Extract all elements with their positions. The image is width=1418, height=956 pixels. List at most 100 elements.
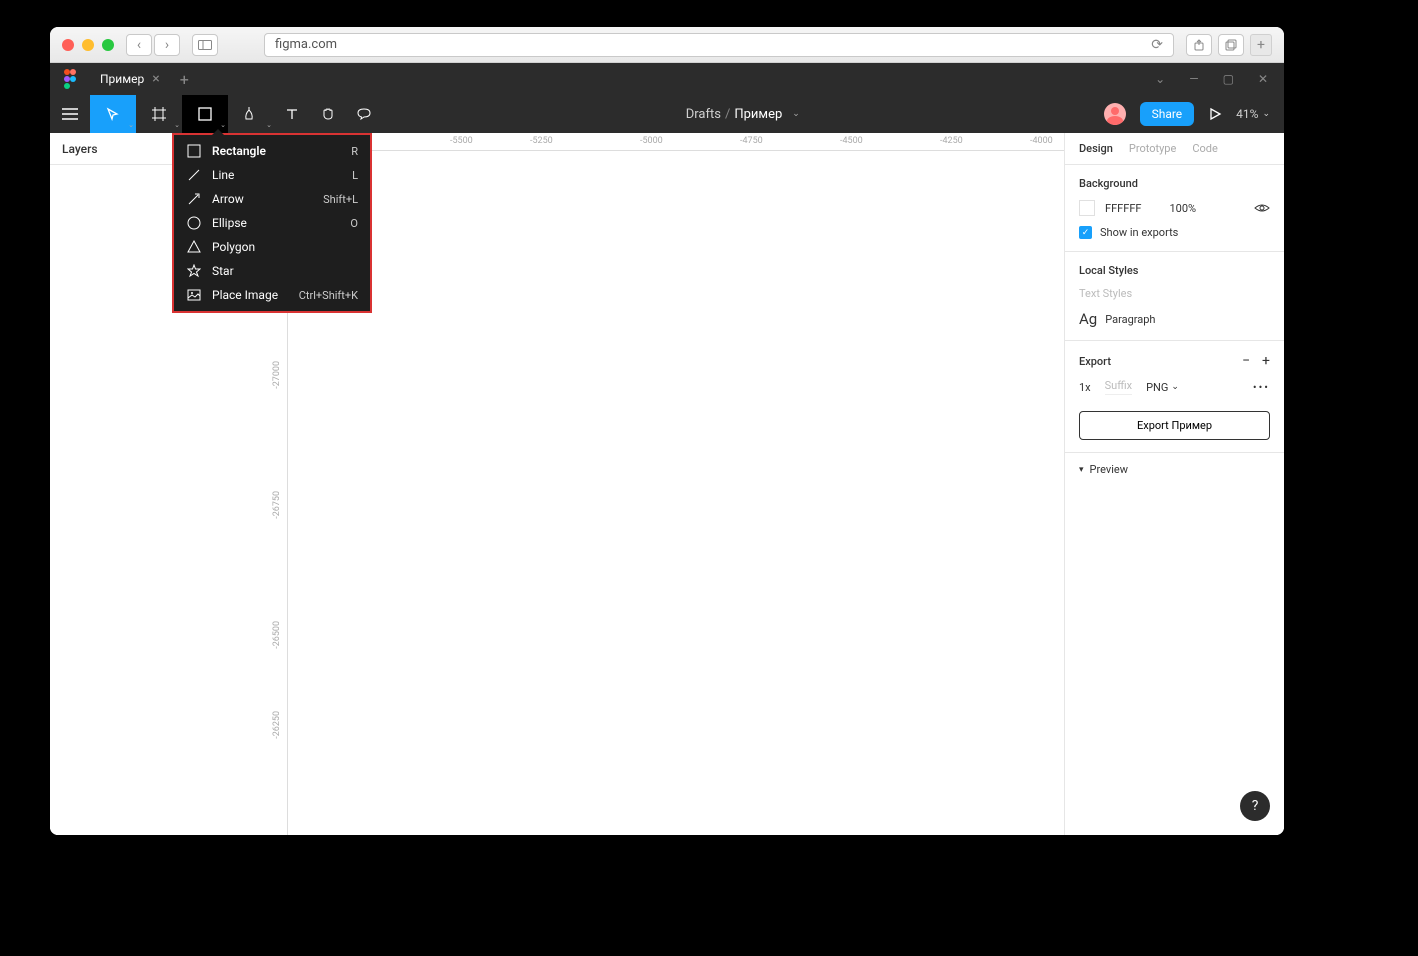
url-bar[interactable]: figma.com ⟳ bbox=[264, 33, 1174, 57]
color-hex-value[interactable]: FFFFFF bbox=[1105, 202, 1141, 215]
chevron-down-icon: ⌄ bbox=[1262, 109, 1270, 119]
export-section: Export − + 1x Suffix PNG ⌄ ••• bbox=[1065, 341, 1284, 453]
format-label: PNG bbox=[1146, 381, 1168, 394]
shape-label: Rectangle bbox=[212, 144, 341, 158]
canvas[interactable]: -5500 -5250 -5000 -4750 -4500 -4250 -400… bbox=[270, 133, 1064, 835]
new-tab-button[interactable]: + bbox=[1250, 34, 1272, 56]
present-icon[interactable] bbox=[1208, 107, 1222, 121]
minus-icon[interactable]: − bbox=[1242, 353, 1250, 369]
layers-tab-label: Layers bbox=[62, 142, 98, 156]
breadcrumb-separator: / bbox=[725, 107, 730, 122]
ruler-tick: -5250 bbox=[530, 136, 553, 146]
right-panel-tabs: Design Prototype Code bbox=[1065, 133, 1284, 165]
help-button[interactable]: ? bbox=[1240, 791, 1270, 821]
figma-logo-icon[interactable] bbox=[50, 63, 90, 95]
color-swatch[interactable] bbox=[1079, 200, 1095, 216]
tabs-icon[interactable] bbox=[1218, 34, 1244, 56]
shape-item-star[interactable]: Star bbox=[174, 259, 370, 283]
frame-tool[interactable]: ⌄ bbox=[136, 95, 182, 133]
maximize-window-icon[interactable] bbox=[102, 39, 114, 51]
eye-icon[interactable] bbox=[1254, 202, 1270, 214]
opacity-value[interactable]: 100% bbox=[1169, 202, 1196, 215]
share-icon[interactable] bbox=[1186, 34, 1212, 56]
more-icon[interactable]: ••• bbox=[1253, 381, 1270, 394]
export-header: Export − + bbox=[1079, 353, 1270, 369]
shape-item-rectangle[interactable]: Rectangle R bbox=[174, 139, 370, 163]
chevron-down-icon: ⌄ bbox=[266, 121, 272, 129]
breadcrumb-folder: Drafts bbox=[686, 107, 721, 122]
pen-tool[interactable]: ⌄ bbox=[228, 95, 274, 133]
export-button[interactable]: Export Пример bbox=[1079, 411, 1270, 440]
ruler-tick: -26500 bbox=[272, 621, 282, 649]
minimize-window-icon[interactable] bbox=[82, 39, 94, 51]
text-tool[interactable] bbox=[274, 95, 310, 133]
canvas-frame[interactable] bbox=[288, 151, 1064, 835]
breadcrumb[interactable]: Drafts / Пример ⌄ bbox=[382, 95, 1104, 133]
new-file-tab-button[interactable]: + bbox=[170, 70, 199, 89]
ruler-tick: -26750 bbox=[272, 491, 282, 519]
shape-item-ellipse[interactable]: Ellipse O bbox=[174, 211, 370, 235]
ruler-tick: -27000 bbox=[272, 361, 282, 389]
export-title: Export bbox=[1079, 355, 1111, 368]
polygon-icon bbox=[186, 239, 202, 255]
browser-chrome: ‹ › figma.com ⟳ + bbox=[50, 27, 1284, 63]
back-button[interactable]: ‹ bbox=[126, 34, 152, 56]
ruler-tick: -4500 bbox=[840, 136, 863, 146]
minimize-icon[interactable]: — bbox=[1189, 72, 1198, 86]
chevron-down-icon[interactable]: ⌄ bbox=[792, 109, 800, 119]
move-tool[interactable]: ⌄ bbox=[90, 95, 136, 133]
comment-tool[interactable] bbox=[346, 95, 382, 133]
url-text: figma.com bbox=[275, 37, 337, 52]
export-scale[interactable]: 1x bbox=[1079, 381, 1091, 394]
traffic-lights bbox=[62, 39, 114, 51]
tab-prototype[interactable]: Prototype bbox=[1129, 142, 1176, 155]
tab-design[interactable]: Design bbox=[1079, 142, 1113, 155]
restore-icon[interactable]: ▢ bbox=[1223, 72, 1234, 86]
sidebar-toggle-button[interactable] bbox=[192, 34, 218, 56]
shape-shortcut: R bbox=[351, 145, 358, 158]
plus-icon[interactable]: + bbox=[1262, 353, 1270, 369]
close-window-icon[interactable] bbox=[62, 39, 74, 51]
shape-item-arrow[interactable]: Arrow Shift+L bbox=[174, 187, 370, 211]
shape-item-line[interactable]: Line L bbox=[174, 163, 370, 187]
star-icon bbox=[186, 263, 202, 279]
shape-tool[interactable]: ⌄ bbox=[182, 95, 228, 133]
hand-tool[interactable] bbox=[310, 95, 346, 133]
file-tab[interactable]: Пример × bbox=[90, 63, 170, 95]
paragraph-style-row[interactable]: Ag Paragraph bbox=[1079, 310, 1270, 328]
shape-label: Line bbox=[212, 168, 342, 182]
avatar[interactable] bbox=[1104, 103, 1126, 125]
browser-window: ‹ › figma.com ⟳ + Пример × bbox=[50, 27, 1284, 835]
hamburger-menu-icon[interactable] bbox=[50, 95, 90, 133]
shape-label: Star bbox=[212, 264, 348, 278]
ag-icon: Ag bbox=[1079, 310, 1097, 328]
preview-toggle[interactable]: ▾ Preview bbox=[1065, 453, 1284, 486]
tab-code[interactable]: Code bbox=[1192, 142, 1217, 155]
shape-item-polygon[interactable]: Polygon bbox=[174, 235, 370, 259]
shape-item-place-image[interactable]: Place Image Ctrl+Shift+K bbox=[174, 283, 370, 307]
refresh-icon[interactable]: ⟳ bbox=[1151, 37, 1163, 53]
paragraph-label: Paragraph bbox=[1105, 313, 1155, 326]
preview-label: Preview bbox=[1090, 463, 1128, 476]
chevron-down-icon[interactable]: ⌄ bbox=[1155, 72, 1165, 86]
chevron-down-icon: ⌄ bbox=[1171, 382, 1179, 392]
ruler-tick: -4000 bbox=[1030, 136, 1053, 146]
line-icon bbox=[186, 167, 202, 183]
checkbox-checked-icon[interactable]: ✓ bbox=[1079, 226, 1092, 239]
chevron-down-icon: ⌄ bbox=[174, 121, 180, 129]
forward-button[interactable]: › bbox=[154, 34, 180, 56]
share-button[interactable]: Share bbox=[1140, 102, 1195, 126]
show-in-exports-row[interactable]: ✓ Show in exports bbox=[1079, 226, 1270, 239]
file-tab-label: Пример bbox=[100, 72, 144, 86]
export-format-select[interactable]: PNG ⌄ bbox=[1146, 381, 1179, 394]
close-icon[interactable]: ✕ bbox=[1258, 72, 1268, 86]
shape-label: Polygon bbox=[212, 240, 348, 254]
close-tab-icon[interactable]: × bbox=[152, 71, 159, 87]
ruler-tick: -26250 bbox=[272, 711, 282, 739]
image-icon bbox=[186, 287, 202, 303]
export-suffix-input[interactable]: Suffix bbox=[1105, 379, 1132, 395]
shape-label: Arrow bbox=[212, 192, 313, 206]
tab-bar: Пример × + ⌄ — ▢ ✕ bbox=[50, 63, 1284, 95]
chevron-down-icon: ⌄ bbox=[128, 121, 134, 129]
zoom-control[interactable]: 41% ⌄ bbox=[1236, 107, 1270, 121]
